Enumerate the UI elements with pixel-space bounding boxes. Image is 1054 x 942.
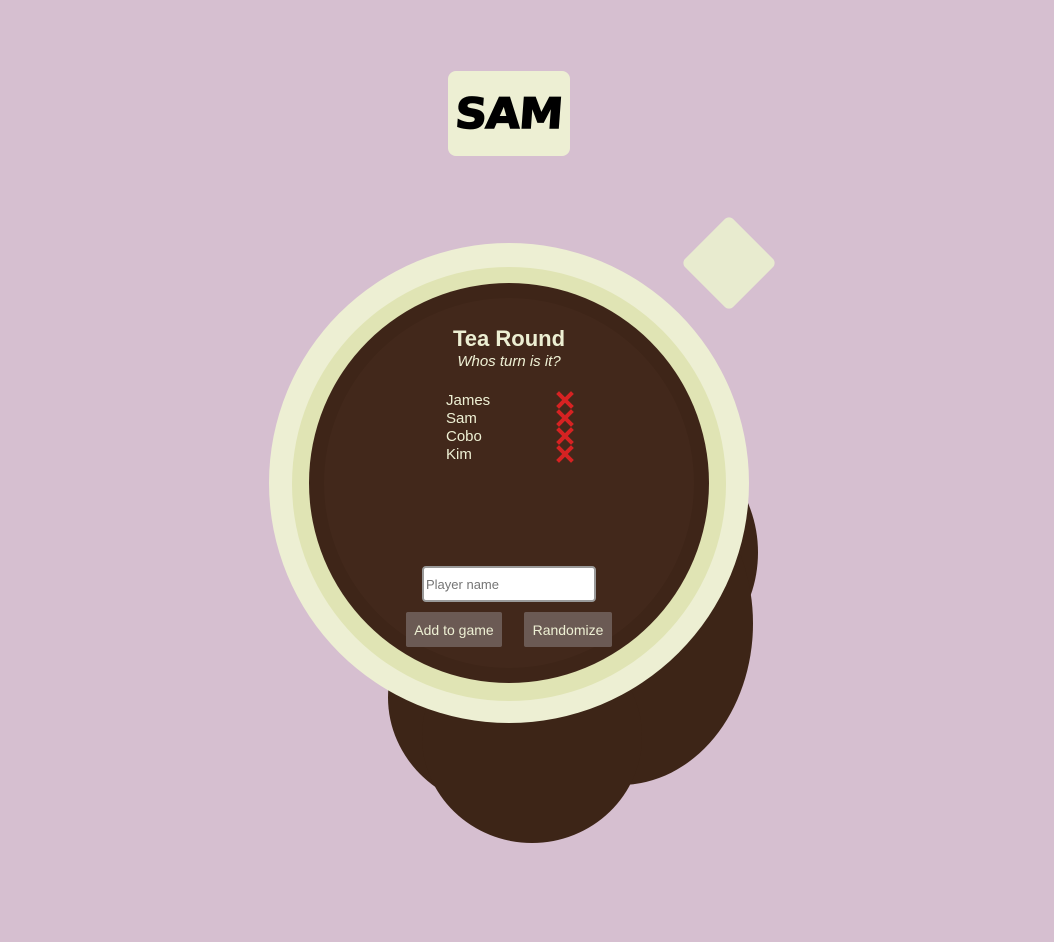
- close-icon[interactable]: [556, 391, 574, 409]
- page-subtitle: Whos turn is it?: [457, 353, 561, 370]
- close-icon[interactable]: [556, 427, 574, 445]
- list-item: James: [446, 391, 576, 409]
- randomize-button[interactable]: Randomize: [524, 612, 612, 647]
- list-item: Sam: [446, 409, 576, 427]
- current-turn-tag: SAM: [448, 71, 570, 156]
- player-name: Cobo: [446, 427, 482, 445]
- current-turn-name: SAM: [453, 88, 565, 139]
- list-item: Kim: [446, 445, 576, 463]
- player-name-input[interactable]: [422, 566, 596, 602]
- page-title: Tea Round: [452, 326, 566, 351]
- close-icon[interactable]: [556, 409, 574, 427]
- player-name: Sam: [446, 409, 477, 427]
- player-list: James Sam Cobo Kim: [446, 391, 576, 463]
- player-name: Kim: [446, 445, 472, 463]
- close-icon[interactable]: [556, 445, 574, 463]
- player-name: James: [446, 391, 491, 409]
- tea-bag-tag-decoration: [680, 214, 778, 312]
- add-to-game-button[interactable]: Add to game: [406, 612, 502, 647]
- list-item: Cobo: [446, 427, 576, 445]
